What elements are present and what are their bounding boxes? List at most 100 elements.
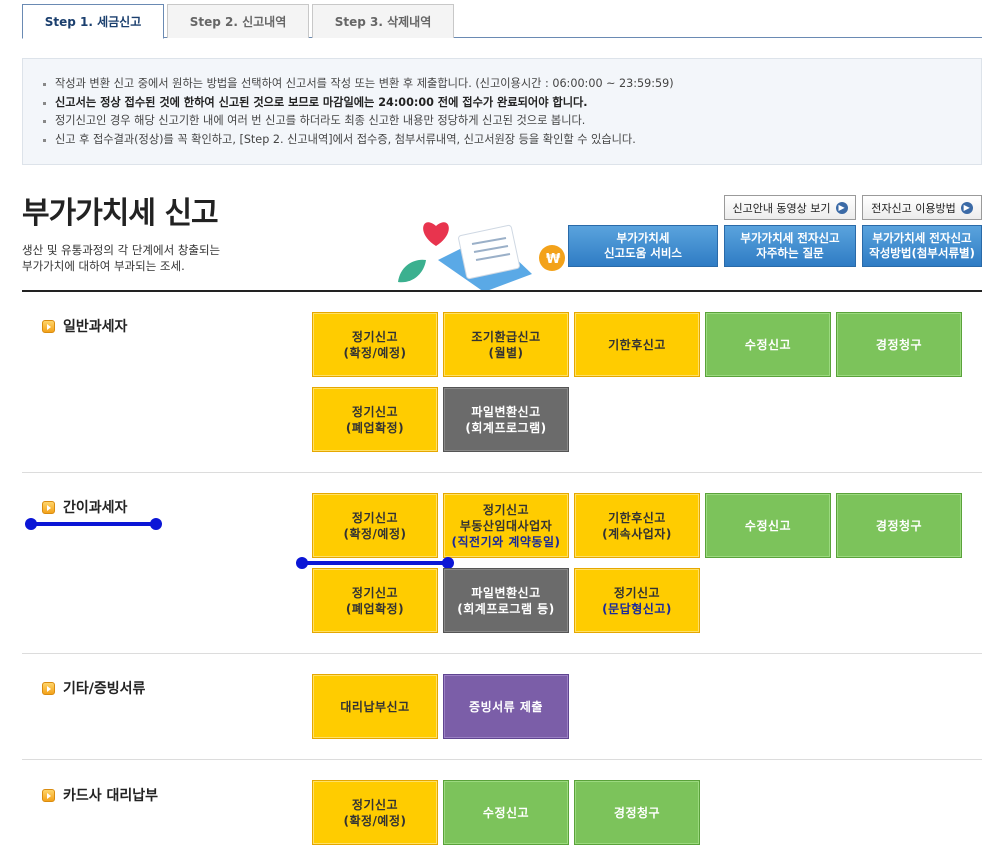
section-etc-documents-label: 기타/증빙서류 (42, 678, 145, 698)
section-label-text: 간이과세자 (63, 500, 128, 516)
section-label-text: 카드사 대리납부 (63, 788, 159, 804)
page-title: 부가가치세 신고 (22, 196, 219, 231)
general-correction-claim-button[interactable]: 경정청구 (836, 312, 962, 377)
description-line: 생산 및 유통과정의 각 단계에서 창출되는 (22, 243, 221, 257)
button-line: 수정신고 (744, 518, 792, 533)
section-general-taxpayer-label: 일반과세자 (42, 316, 127, 336)
e-filing-howto-label: 전자신고 이용방법 (871, 201, 956, 215)
general-closure-filing-button[interactable]: 정기신고 (폐업확정) (312, 387, 438, 452)
button-line: (폐업확정) (345, 420, 405, 435)
arrow-bullet-icon (42, 681, 55, 695)
button-line: (계속사업자) (602, 526, 672, 541)
card-regular-filing-button[interactable]: 정기신고 (확정/예정) (312, 780, 438, 845)
svg-text:₩: ₩ (546, 252, 561, 267)
button-line: 증빙서류 제출 (469, 699, 543, 714)
button-line: 부가가치세 전자신고 (740, 231, 840, 245)
annotation-underline (296, 557, 454, 569)
section-divider (22, 759, 982, 760)
general-late-filing-button[interactable]: 기한후신고 (574, 312, 700, 377)
writing-method-button[interactable]: 부가가치세 전자신고 작성방법(첨부서류별) (862, 225, 982, 267)
button-line: 부가가치세 (616, 231, 670, 245)
button-line: 파일변환신고 (471, 404, 541, 419)
button-line: 정기신고 (351, 510, 399, 525)
button-line: 조기환급신고 (471, 329, 541, 344)
arrow-circle-icon: ▶ (835, 201, 848, 214)
vat-illustration: ₩ (398, 222, 565, 292)
simple-closure-filing-button[interactable]: 정기신고 (폐업확정) (312, 568, 438, 633)
general-regular-filing-button[interactable]: 정기신고 (확정/예정) (312, 312, 438, 377)
section-divider (22, 290, 982, 292)
button-line: 정기신고 (351, 797, 399, 812)
arrow-circle-icon: ▶ (960, 201, 973, 214)
submit-evidence-button[interactable]: 증빙서류 제출 (443, 674, 569, 739)
button-line: 대리납부신고 (340, 699, 410, 714)
button-line: 정기신고 (351, 585, 399, 600)
video-guide-button[interactable]: 신고안내 동영상 보기 ▶ (724, 195, 856, 220)
button-line: 기한후신고 (608, 510, 666, 525)
general-amended-filing-button[interactable]: 수정신고 (705, 312, 831, 377)
filing-help-service-button[interactable]: 부가가치세 신고도움 서비스 (568, 225, 718, 267)
simple-real-estate-filing-button[interactable]: 정기신고 부동산임대사업자 (직전기와 계약동일) (443, 493, 569, 558)
button-line: (확정/예정) (343, 526, 407, 541)
simple-regular-filing-button[interactable]: 정기신고 (확정/예정) (312, 493, 438, 558)
proxy-payment-filing-button[interactable]: 대리납부신고 (312, 674, 438, 739)
button-line: (폐업확정) (345, 601, 405, 616)
button-line: 정기신고 (482, 502, 530, 517)
simple-file-conversion-button[interactable]: 파일변환신고 (회계프로그램 등) (443, 568, 569, 633)
button-line: (직전기와 계약동일) (451, 534, 561, 549)
button-line: 정기신고 (351, 329, 399, 344)
button-line: 정기신고 (351, 404, 399, 419)
button-line: 정기신고 (613, 585, 661, 600)
section-simplified-taxpayer-label: 간이과세자 (42, 497, 127, 517)
step-tabs: Step 1. 세금신고 Step 2. 신고내역 Step 3. 삭제내역 (22, 4, 982, 39)
arrow-bullet-icon (42, 788, 55, 802)
button-line: 수정신고 (482, 805, 530, 820)
section-label-text: 기타/증빙서류 (63, 681, 146, 697)
notice-box: 작성과 변환 신고 중에서 원하는 방법을 선택하여 신고서를 작성 또는 변환… (22, 58, 982, 165)
button-line: (회계프로그램 등) (457, 601, 555, 616)
notice-item: 작성과 변환 신고 중에서 원하는 방법을 선택하여 신고서를 작성 또는 변환… (43, 75, 981, 94)
notice-item: 신고서는 정상 접수된 것에 한하여 신고된 것으로 보므로 마감일에는 24:… (43, 94, 981, 113)
button-line: 기한후신고 (608, 337, 666, 352)
button-line: 파일변환신고 (471, 585, 541, 600)
button-line: 신고도움 서비스 (603, 246, 683, 260)
tab-step1-tax-filing[interactable]: Step 1. 세금신고 (22, 4, 164, 39)
button-line: (월별) (488, 345, 524, 360)
button-line: 경정청구 (613, 805, 661, 820)
leaf-icon (398, 259, 426, 283)
card-correction-claim-button[interactable]: 경정청구 (574, 780, 700, 845)
section-label-text: 일반과세자 (63, 319, 128, 335)
notice-item: 신고 후 접수결과(정상)를 꼭 확인하고, [Step 2. 신고내역]에서 … (43, 131, 981, 150)
simple-qa-filing-button[interactable]: 정기신고 (문답형신고) (574, 568, 700, 633)
button-line: 부가가치세 전자신고 (872, 231, 972, 245)
button-line: (확정/예정) (343, 345, 407, 360)
section-card-proxy-payment-label: 카드사 대리납부 (42, 785, 158, 805)
notice-item: 정기신고인 경우 해당 신고기한 내에 여러 번 신고를 하더라도 최종 신고한… (43, 112, 981, 131)
annotation-underline (25, 518, 162, 530)
simple-correction-claim-button[interactable]: 경정청구 (836, 493, 962, 558)
general-file-conversion-button[interactable]: 파일변환신고 (회계프로그램) (443, 387, 569, 452)
tab-step2-filing-history[interactable]: Step 2. 신고내역 (167, 4, 309, 38)
page-description: 생산 및 유통과정의 각 단계에서 창출되는 부가가치에 대하여 부과되는 조세… (22, 242, 282, 274)
button-line: (회계프로그램) (465, 420, 547, 435)
arrow-bullet-icon (42, 500, 55, 514)
description-line: 부가가치에 대하여 부과되는 조세. (22, 259, 185, 273)
button-line: 부동산임대사업자 (459, 518, 553, 533)
button-line: (확정/예정) (343, 813, 407, 828)
heart-icon (423, 222, 449, 246)
arrow-bullet-icon (42, 319, 55, 333)
button-line: 작성방법(첨부서류별) (869, 246, 975, 260)
video-guide-label: 신고안내 동영상 보기 (732, 201, 831, 215)
section-divider (22, 472, 982, 473)
section-divider (22, 653, 982, 654)
button-line: 경정청구 (875, 518, 923, 533)
button-line: (문답형신고) (602, 601, 672, 616)
tab-step3-deletion-history[interactable]: Step 3. 삭제내역 (312, 4, 454, 38)
e-filing-howto-button[interactable]: 전자신고 이용방법 ▶ (862, 195, 982, 220)
button-line: 자주하는 질문 (756, 246, 824, 260)
general-early-refund-button[interactable]: 조기환급신고 (월별) (443, 312, 569, 377)
card-amended-filing-button[interactable]: 수정신고 (443, 780, 569, 845)
simple-late-filing-button[interactable]: 기한후신고 (계속사업자) (574, 493, 700, 558)
faq-button[interactable]: 부가가치세 전자신고 자주하는 질문 (724, 225, 856, 267)
simple-amended-filing-button[interactable]: 수정신고 (705, 493, 831, 558)
